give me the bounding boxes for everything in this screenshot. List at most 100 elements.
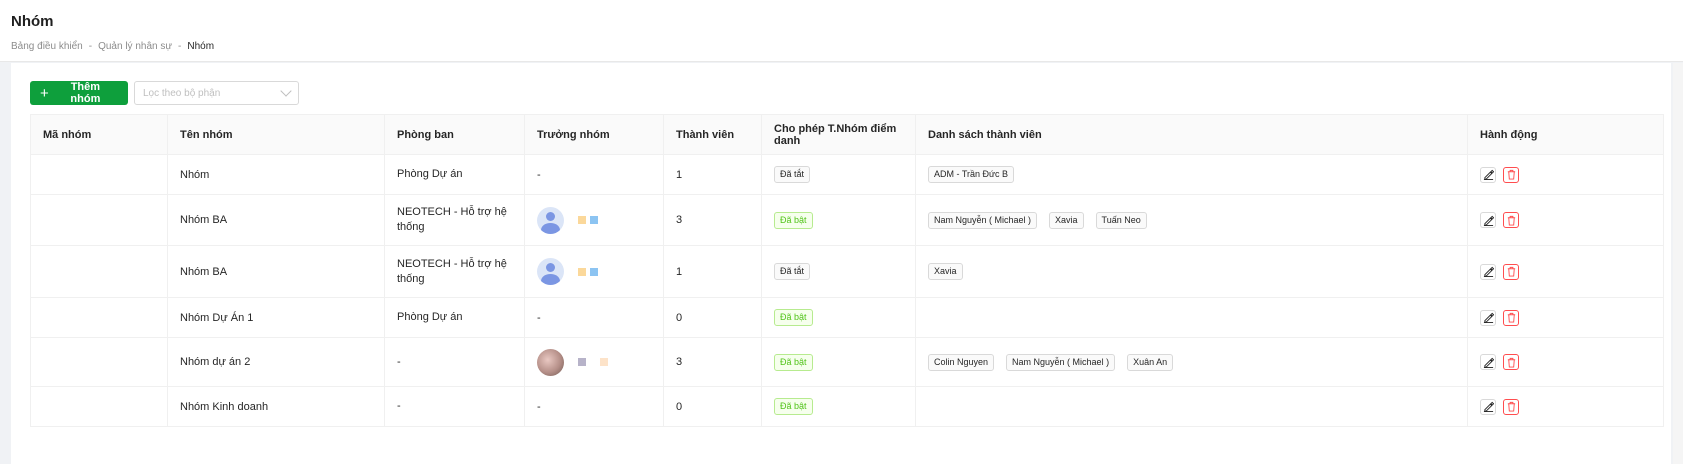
- table-body: Nhóm Phòng Dự án -1 Đã tắt ADM - Trần Đức BN…: [30, 154, 1664, 427]
- attendance-status-badge: Đã bật: [774, 353, 813, 371]
- leader-name: -: [537, 311, 541, 324]
- leader-name: -: [537, 168, 541, 181]
- cell-leader: -: [524, 154, 664, 195]
- cell-attendance: Đã bật: [761, 297, 916, 338]
- table-row: Nhóm Dự Án 1 Phòng Dự án - 0 Đã bật: [30, 297, 1664, 338]
- cell-department: -: [384, 386, 525, 427]
- trash-icon: [1507, 401, 1515, 412]
- redacted-name: [578, 267, 586, 276]
- cell-leader: -: [524, 386, 664, 427]
- breadcrumb-separator: -: [178, 41, 182, 52]
- edit-button[interactable]: [1480, 354, 1496, 370]
- cell-leader: -: [524, 297, 664, 338]
- cell-department: NEOTECH - Hỗ trợ hệ thống: [384, 194, 525, 246]
- edit-button[interactable]: [1480, 398, 1496, 415]
- cell-code: [30, 245, 168, 298]
- redacted-name: [578, 216, 586, 224]
- cell-department: Phòng Dự án: [384, 154, 525, 195]
- column-header-code: Mã nhóm: [30, 114, 168, 155]
- groups-table: Mã nhóm Tên nhóm Phòng ban Trưởng nhóm T…: [30, 114, 1664, 427]
- redacted-name: [590, 267, 598, 276]
- cell-name: Nhóm Kinh doanh: [167, 386, 385, 427]
- cell-attendance: Đã bật: [761, 386, 916, 427]
- cell-attendance: Đã bật: [761, 194, 916, 246]
- edit-button[interactable]: [1480, 309, 1496, 326]
- breadcrumb-item-current: Nhóm: [187, 41, 215, 52]
- delete-button[interactable]: [1503, 212, 1519, 228]
- cell-code: [30, 297, 168, 338]
- filter-placeholder: Lọc theo bộ phận: [143, 87, 221, 99]
- cell-department: NEOTECH - Hỗ trợ hệ thống: [384, 245, 525, 298]
- delete-button[interactable]: [1503, 354, 1519, 370]
- member-tag: Xavia: [928, 263, 963, 280]
- member-tag: ADM - Trần Đức B: [928, 166, 1015, 183]
- trash-icon: [1507, 215, 1515, 226]
- add-group-button[interactable]: + Thêm nhóm: [30, 81, 128, 105]
- cell-actions: [1467, 154, 1664, 195]
- trash-icon: [1507, 312, 1515, 323]
- cell-code: [30, 154, 168, 195]
- chevron-down-icon: [280, 85, 292, 97]
- user-avatar-icon: [537, 258, 564, 285]
- redacted-name: [600, 358, 608, 366]
- cell-attendance: Đã tắt: [761, 245, 916, 298]
- cell-actions: [1467, 245, 1664, 298]
- cell-members-count: 0: [663, 386, 762, 427]
- column-header-name: Tên nhóm: [167, 114, 385, 155]
- column-header-department: Phòng ban: [384, 114, 525, 155]
- breadcrumb-item-hr[interactable]: Quản lý nhân sự: [98, 41, 172, 52]
- member-tag: Tuấn Neo: [1095, 211, 1147, 229]
- edit-icon: [1483, 266, 1494, 277]
- trash-icon: [1507, 169, 1515, 180]
- attendance-status-badge: Đã tắt: [774, 166, 811, 183]
- user-avatar-icon: [537, 206, 564, 234]
- column-header-attendance: Cho phép T.Nhóm điểm danh: [761, 114, 916, 155]
- redacted-name: [590, 216, 598, 224]
- edit-button[interactable]: [1480, 166, 1496, 183]
- cell-code: [30, 194, 168, 246]
- cell-members-count: 3: [663, 194, 762, 246]
- breadcrumb-separator: -: [88, 41, 93, 52]
- cell-actions: [1467, 386, 1664, 427]
- cell-code: [30, 337, 168, 387]
- cell-member-list: [915, 386, 1468, 427]
- attendance-status-badge: Đã tắt: [774, 263, 811, 280]
- delete-button[interactable]: [1503, 166, 1519, 183]
- edit-button[interactable]: [1480, 263, 1496, 280]
- delete-button[interactable]: [1503, 263, 1519, 280]
- toolbar: + Thêm nhóm Lọc theo bộ phận: [30, 81, 299, 105]
- table-row: Nhóm BA NEOTECH - Hỗ trợ hệ thống 1 Đã tắt X…: [30, 245, 1664, 298]
- delete-button[interactable]: [1503, 309, 1519, 326]
- department-filter-select[interactable]: Lọc theo bộ phận: [134, 81, 299, 105]
- trash-icon: [1507, 357, 1515, 368]
- edit-icon: [1483, 169, 1494, 180]
- table-row: Nhóm Phòng Dự án - 1 Đã tắt ADM - Trần Đức B: [30, 154, 1664, 195]
- breadcrumb: Bảng điều khiển - Quản lý nhân sự - Nhóm: [11, 41, 1672, 53]
- leader-avatar: [537, 348, 564, 376]
- cell-member-list: Xavia: [915, 245, 1468, 298]
- attendance-status-badge: Đã bật: [774, 309, 813, 326]
- breadcrumb-item-dashboard[interactable]: Bảng điều khiển: [11, 41, 83, 52]
- cell-name: Nhóm dự án 2: [167, 337, 385, 387]
- trash-icon: [1507, 266, 1515, 277]
- cell-actions: [1467, 194, 1664, 246]
- edit-icon: [1483, 401, 1494, 412]
- cell-leader: [524, 245, 664, 298]
- cell-code: [30, 386, 168, 427]
- member-tag: Xuân An: [1127, 353, 1174, 371]
- cell-name: Nhóm BA: [167, 194, 385, 246]
- attendance-status-badge: Đã bật: [774, 398, 813, 415]
- column-header-member-list: Danh sách thành viên: [915, 114, 1468, 155]
- cell-leader: [524, 194, 664, 246]
- edit-button[interactable]: [1480, 212, 1496, 228]
- cell-attendance: Đã tắt: [761, 154, 916, 195]
- cell-members-count: 1: [663, 245, 762, 298]
- edit-icon: [1483, 357, 1494, 368]
- cell-department: Phòng Dự án: [384, 297, 525, 338]
- cell-member-list: Nam Nguyễn ( Michael ) Xavia Tuấn Neo: [915, 194, 1468, 246]
- page-scrollbar[interactable]: [1673, 63, 1683, 464]
- member-tag: Nam Nguyễn ( Michael ): [1006, 353, 1116, 371]
- delete-button[interactable]: [1503, 398, 1519, 415]
- column-header-leader: Trưởng nhóm: [524, 114, 664, 155]
- member-tag: Xavia: [1049, 211, 1084, 229]
